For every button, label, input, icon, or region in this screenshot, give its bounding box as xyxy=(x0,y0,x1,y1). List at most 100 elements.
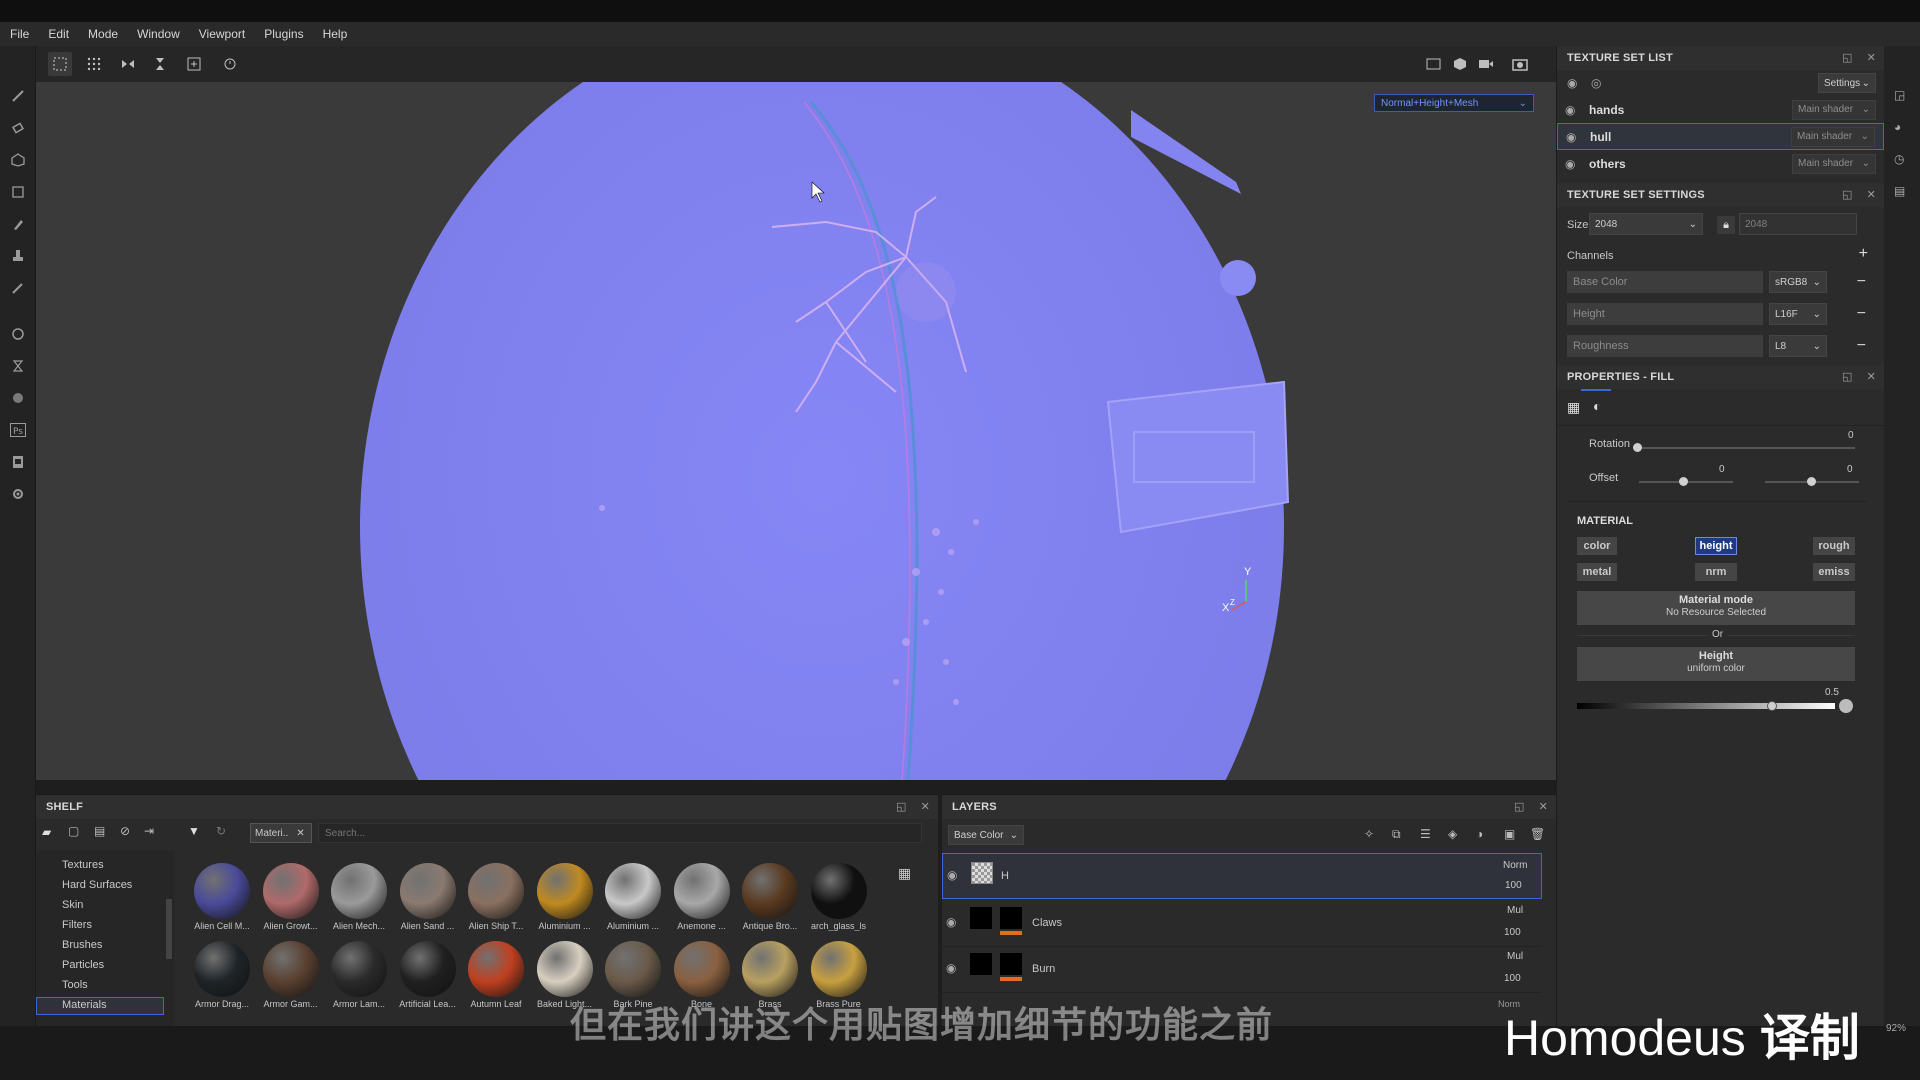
material-thumbnail[interactable] xyxy=(742,863,798,919)
eye-icon[interactable]: ◉ xyxy=(1565,103,1583,117)
material-thumbnail[interactable] xyxy=(194,863,250,919)
category-skin[interactable]: Skin xyxy=(62,899,83,911)
layer-row[interactable]: ◉ H Norm 100 xyxy=(942,853,1542,899)
3d-cube-icon[interactable] xyxy=(1448,52,1472,76)
color-picker-icon[interactable] xyxy=(8,278,28,298)
menu-viewport[interactable]: Viewport xyxy=(199,27,245,41)
close-icon[interactable]: ✕ xyxy=(296,828,304,839)
dot-grid-icon[interactable] xyxy=(82,52,106,76)
magic-wand-icon[interactable]: ✧ xyxy=(1364,827,1374,841)
screenshot-camera-icon[interactable] xyxy=(1508,52,1532,76)
category-materials[interactable]: Materials xyxy=(62,999,107,1011)
layer-opacity[interactable]: 100 xyxy=(1505,880,1522,891)
import-icon[interactable]: ⇥ xyxy=(144,824,154,838)
close-icon[interactable]: ✕ xyxy=(1867,188,1876,201)
sphere-icon[interactable] xyxy=(8,388,28,408)
smudge-icon[interactable] xyxy=(8,214,28,234)
layer-row[interactable]: ◉ Burn Mul 100 xyxy=(942,947,1542,993)
material-nrm-button[interactable]: nrm xyxy=(1695,563,1737,581)
eye-icon[interactable]: ◎ xyxy=(1591,76,1609,90)
layer-opacity[interactable]: 100 xyxy=(1504,973,1521,984)
refresh-icon[interactable]: ↻ xyxy=(216,824,226,838)
material-emiss-button[interactable]: emiss xyxy=(1813,563,1855,581)
settings-dropdown[interactable]: Settings ⌄ xyxy=(1818,73,1876,93)
close-icon[interactable]: ✕ xyxy=(1539,800,1548,813)
rotation-slider-handle[interactable] xyxy=(1633,443,1642,452)
close-icon[interactable]: ✕ xyxy=(1867,51,1876,64)
material-thumbnail[interactable] xyxy=(468,863,524,919)
mirror-horizontal-icon[interactable] xyxy=(116,52,140,76)
material-height-button[interactable]: height xyxy=(1695,537,1737,555)
layer-row[interactable]: ◉ Claws Mul 100 xyxy=(942,901,1542,947)
remove-channel-icon[interactable]: − xyxy=(1857,306,1866,322)
filter-icon[interactable]: ▼ xyxy=(188,824,200,838)
shader-dropdown[interactable]: Main shader ⌄ xyxy=(1792,153,1876,174)
menu-edit[interactable]: Edit xyxy=(48,27,69,41)
add-channel-icon[interactable]: + xyxy=(1859,245,1868,263)
height-uniform-button[interactable]: Height uniform color xyxy=(1577,647,1855,681)
add-effect-icon[interactable]: ⧉ xyxy=(1392,827,1401,842)
material-thumbnail[interactable] xyxy=(262,941,319,997)
material-thumbnail[interactable] xyxy=(262,863,319,919)
layer-name[interactable]: Claws xyxy=(1032,917,1062,929)
channel-base-color[interactable]: Base Color xyxy=(1567,271,1763,293)
offset-y-slider-handle[interactable] xyxy=(1807,477,1816,486)
category-hard-surfaces[interactable]: Hard Surfaces xyxy=(62,879,132,891)
3d-viewport[interactable]: Y X Z Normal+Height+Mesh ⌄ xyxy=(36,82,1556,780)
eye-icon[interactable]: ◉ xyxy=(947,868,965,882)
menu-file[interactable]: File xyxy=(10,27,29,41)
rotation-slider[interactable] xyxy=(1637,447,1855,449)
folder-icon[interactable]: ▰ xyxy=(42,825,51,839)
material-thumbnail[interactable] xyxy=(468,941,524,997)
channel-roughness[interactable]: Roughness xyxy=(1567,335,1763,357)
material-color-button[interactable]: color xyxy=(1577,537,1617,555)
material-thumbnail[interactable] xyxy=(605,863,661,919)
2d-view-icon[interactable] xyxy=(1422,52,1446,76)
projection-icon[interactable] xyxy=(8,150,28,170)
remove-channel-icon[interactable]: − xyxy=(1857,274,1866,290)
material-thumbnail[interactable] xyxy=(605,941,661,997)
geometry-mask-icon[interactable] xyxy=(8,182,28,202)
history-icon[interactable] xyxy=(218,52,242,76)
material-thumbnail[interactable] xyxy=(810,863,867,919)
channel-select-dropdown[interactable]: Base Color ⌄ xyxy=(948,825,1024,845)
texture-set-hull[interactable]: ◉ hull Main shader ⌄ xyxy=(1557,123,1884,150)
hourglass-icon[interactable] xyxy=(8,356,28,376)
shader-dropdown[interactable]: Main shader ⌄ xyxy=(1791,126,1875,147)
menu-window[interactable]: Window xyxy=(137,27,180,41)
category-particles[interactable]: Particles xyxy=(62,959,104,971)
channel-height[interactable]: Height xyxy=(1567,303,1763,325)
menu-plugins[interactable]: Plugins xyxy=(264,27,303,41)
blend-mode[interactable]: Mul xyxy=(1507,905,1523,916)
layer-name[interactable]: Burn xyxy=(1032,963,1055,975)
color-picker-icon[interactable] xyxy=(1839,699,1853,713)
shader-settings-icon[interactable]: ◕ xyxy=(1894,120,1910,136)
blend-mode[interactable]: Mul xyxy=(1507,951,1523,962)
shelf-search-input[interactable] xyxy=(318,823,922,843)
history-clock-icon[interactable]: ◷ xyxy=(1894,152,1910,168)
bake-icon[interactable] xyxy=(8,324,28,344)
export-icon[interactable] xyxy=(8,452,28,472)
maximize-icon[interactable]: ◱ xyxy=(1842,370,1853,383)
maximize-icon[interactable]: ◱ xyxy=(1514,800,1525,813)
texture-set-hands[interactable]: ◉ hands Main shader ⌄ xyxy=(1557,96,1884,123)
close-icon[interactable]: ✕ xyxy=(921,800,930,813)
height-value-slider[interactable] xyxy=(1577,703,1835,709)
filter-tag[interactable]: Materi.. ✕ xyxy=(250,823,312,843)
eye-icon[interactable]: ◉ xyxy=(1565,157,1583,171)
settings-gear-icon[interactable] xyxy=(8,484,28,504)
material-thumbnail[interactable] xyxy=(331,863,387,919)
offset-x-slider-handle[interactable] xyxy=(1679,477,1688,486)
eye-crossed-icon[interactable]: ◉ xyxy=(1567,76,1585,90)
category-brushes[interactable]: Brushes xyxy=(62,939,102,951)
material-rough-button[interactable]: rough xyxy=(1813,537,1855,555)
eraser-icon[interactable] xyxy=(8,118,28,138)
add-mask-icon[interactable]: ◑ xyxy=(1476,827,1483,841)
shader-dropdown[interactable]: Main shader ⌄ xyxy=(1792,99,1876,120)
material-mode-button[interactable]: Material mode No Resource Selected xyxy=(1577,591,1855,625)
add-folder-icon[interactable]: ▣ xyxy=(1504,827,1515,841)
add-layer-icon[interactable]: ☰ xyxy=(1420,827,1431,841)
new-folder-icon[interactable]: ▢ xyxy=(68,824,79,838)
category-scrollbar[interactable] xyxy=(166,899,172,959)
material-thumbnail[interactable] xyxy=(536,863,593,919)
